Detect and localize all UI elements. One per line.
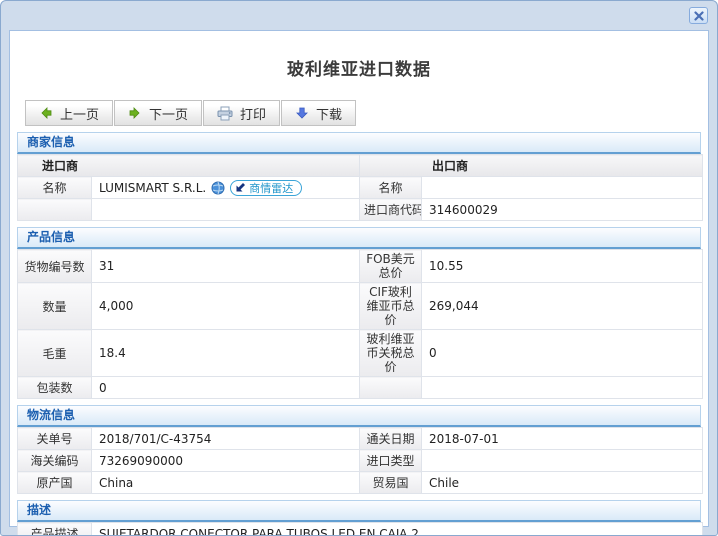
prev-page-label: 上一页 [60,107,100,123]
radar-badge[interactable]: 商情雷达 [230,179,303,196]
trade-country-value: Chile [421,471,703,494]
green-arrow-right-icon [128,106,142,120]
package-count-label: 包装数 [17,376,92,399]
customs-no-value: 2018/701/C-43754 [91,427,360,450]
hs-code-label: 海关编码 [17,449,92,472]
clearance-date-value: 2018-07-01 [421,427,703,450]
print-button[interactable]: 打印 [203,100,281,126]
page-title: 玻利维亚进口数据 [287,60,431,80]
import-type-label: 进口类型 [359,449,422,472]
table-row: 数量 4,000 CIF玻利维亚币总价 269,044 [17,282,703,330]
table-row: 原产国 China 贸易国 Chile [17,471,703,494]
table-row: 货物编号数 31 FOB美元总价 10.55 [17,249,703,283]
tariff-total-label: 玻利维亚币关税总价 [359,329,422,377]
next-page-button[interactable]: 下一页 [114,100,203,126]
exporter-header-cell: 出口商 [359,154,703,177]
description-table: 产品描述 SUJETARDOR CONECTOR PARA TUBOS LED … [17,522,703,535]
prev-page-button[interactable]: 上一页 [25,100,114,126]
fob-usd-value: 10.55 [421,249,703,283]
importer-name-cell: LUMISMART S.R.L. 商情雷达 [90,176,361,199]
empty-value [421,376,703,399]
exporter-name-value [421,176,703,199]
download-button[interactable]: 下载 [281,100,357,126]
empty-value [90,198,361,221]
close-button[interactable] [689,7,708,24]
trade-country-label: 贸易国 [359,471,422,494]
cif-total-value: 269,044 [421,282,703,330]
quantity-label: 数量 [17,282,92,330]
section-header-merchant: 商家信息 [17,132,701,154]
table-row: 海关编码 73269090000 进口类型 [17,449,703,472]
importer-code-label: 进口商代码 [359,198,423,221]
section-header-logistics: 物流信息 [17,405,701,427]
blue-arrow-down-icon [295,106,309,120]
table-row: 包装数 0 [17,376,703,399]
fob-usd-label: FOB美元总价 [359,249,422,283]
customs-no-label: 关单号 [17,427,92,450]
radar-badge-label: 商情雷达 [249,181,294,195]
importer-header-cell: 进口商 [16,154,361,177]
section-header-description: 描述 [17,500,701,522]
table-row: 进口商 出口商 [16,154,703,177]
cargo-count-value: 31 [91,249,360,283]
dialog-panel: 玻利维亚进口数据 上一页 下一页 打印 下载 商家信息 进口商 出口商 名称 L… [9,30,709,535]
clearance-date-label: 通关日期 [359,427,422,450]
gross-weight-label: 毛重 [17,329,92,377]
hs-code-value: 73269090000 [91,449,360,472]
cargo-count-label: 货物编号数 [17,249,92,283]
printer-icon [217,106,233,121]
gross-weight-value: 18.4 [91,329,360,377]
sections: 商家信息 进口商 出口商 名称 LUMISMART S.R.L. 商情雷达 名称… [10,132,708,535]
product-description-label: 产品描述 [17,522,92,535]
table-row: 毛重 18.4 玻利维亚币关税总价 0 [17,329,703,377]
section-header-product: 产品信息 [17,227,701,249]
next-page-label: 下一页 [149,107,189,123]
table-row: 产品描述 SUJETARDOR CONECTOR PARA TUBOS LED … [17,522,703,535]
close-icon [693,10,704,21]
importer-code-value: 314600029 [421,198,703,221]
origin-country-value: China [91,471,360,494]
dialog-window: 玻利维亚进口数据 上一页 下一页 打印 下载 商家信息 进口商 出口商 名称 L… [0,0,718,536]
empty-label [17,198,92,221]
package-count-value: 0 [91,376,360,399]
globe-icon[interactable] [211,181,225,195]
table-row: 关单号 2018/701/C-43754 通关日期 2018-07-01 [17,427,703,450]
quantity-value: 4,000 [91,282,360,330]
origin-country-label: 原产国 [17,471,92,494]
import-type-value [421,449,703,472]
print-label: 打印 [240,107,267,123]
empty-label [359,376,422,399]
green-arrow-left-icon [39,106,53,120]
cif-total-label: CIF玻利维亚币总价 [359,282,422,330]
importer-name-label: 名称 [17,176,92,199]
radar-arrow-icon [235,182,246,193]
exporter-name-label: 名称 [359,176,423,199]
table-row: 进口商代码 314600029 [17,198,703,221]
table-row: 名称 LUMISMART S.R.L. 商情雷达 名称 [17,176,703,199]
download-label: 下载 [316,107,343,123]
merchant-table: 进口商 出口商 名称 LUMISMART S.R.L. 商情雷达 名称 进口商代… [16,154,703,221]
product-description-value: SUJETARDOR CONECTOR PARA TUBOS LED EN CA… [91,522,703,535]
importer-name-value: LUMISMART S.R.L. [99,180,207,195]
toolbar: 上一页 下一页 打印 下载 [25,100,708,126]
tariff-total-value: 0 [421,329,703,377]
logistics-table: 关单号 2018/701/C-43754 通关日期 2018-07-01 海关编… [17,427,703,494]
product-table: 货物编号数 31 FOB美元总价 10.55 数量 4,000 CIF玻利维亚币… [17,249,703,399]
